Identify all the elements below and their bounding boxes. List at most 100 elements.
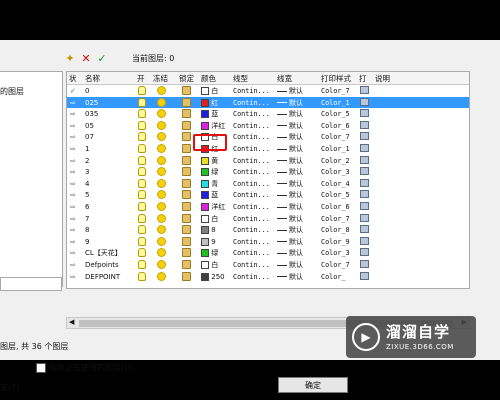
sun-freeze-icon[interactable] bbox=[157, 271, 166, 284]
color-cell[interactable]: 8 bbox=[201, 225, 216, 235]
printer-icon[interactable] bbox=[360, 132, 369, 143]
printer-icon[interactable] bbox=[360, 271, 369, 283]
printer-icon[interactable] bbox=[360, 144, 369, 155]
color-cell[interactable]: 黄 bbox=[201, 156, 218, 166]
layer-name[interactable]: 035 bbox=[85, 109, 98, 119]
layer-status-icon[interactable]: ⇨ bbox=[70, 144, 76, 154]
linetype[interactable]: Contin... bbox=[233, 190, 270, 200]
linetype[interactable]: Contin... bbox=[233, 248, 270, 258]
layer-row[interactable]: ⇨ 025 红 Contin... 默认 Color_1 bbox=[67, 96, 469, 109]
indicate-layers-in-use-checkbox[interactable]: 指示正在使用的图层(U) bbox=[36, 362, 133, 373]
layer-row[interactable]: ⇨ DEFPOINT 250 Contin... 默认 Color_ bbox=[67, 271, 469, 283]
lineweight-cell[interactable]: 默认 bbox=[277, 86, 303, 96]
layer-name[interactable]: 4 bbox=[85, 179, 89, 189]
layer-row[interactable]: ⇨ CL【天花】 绿 Contin... 默认 Color_3 bbox=[67, 247, 469, 259]
layer-row[interactable]: ⇨ 05 洋红 Contin... 默认 Color_6 bbox=[67, 120, 469, 132]
lineweight-cell[interactable]: 默认 bbox=[277, 167, 303, 177]
layer-table[interactable]: 状 名称 开 冻结 锁定 颜色 线型 线宽 打印样式 打 说明 ✓ 0 白 Cont… bbox=[66, 71, 470, 289]
lineweight-cell[interactable]: 默认 bbox=[277, 237, 303, 247]
linetype[interactable]: Contin... bbox=[233, 225, 270, 235]
layer-status-icon[interactable]: ⇨ bbox=[70, 248, 76, 258]
layer-status-icon[interactable]: ⇨ bbox=[70, 156, 76, 166]
layer-status-icon[interactable]: ⇨ bbox=[70, 190, 76, 200]
printer-icon[interactable] bbox=[360, 167, 369, 178]
layer-row[interactable]: ⇨ 8 8 Contin... 默认 Color_8 bbox=[67, 224, 469, 236]
layer-status-icon[interactable]: ⇨ bbox=[70, 214, 76, 224]
layer-name[interactable]: 2 bbox=[85, 156, 89, 166]
layer-status-icon[interactable]: ⇨ bbox=[70, 225, 76, 235]
layer-name[interactable]: 8 bbox=[85, 225, 89, 235]
printer-icon[interactable] bbox=[360, 248, 369, 259]
col-description[interactable]: 说明 bbox=[375, 73, 390, 84]
linetype[interactable]: Contin... bbox=[233, 260, 270, 270]
lightbulb-icon[interactable] bbox=[138, 271, 146, 284]
col-lock[interactable]: 锁定 bbox=[179, 73, 194, 84]
linetype[interactable]: Contin... bbox=[233, 121, 270, 131]
tree-item-all-used-layers[interactable]: 的图层 bbox=[0, 86, 24, 97]
printer-icon[interactable] bbox=[360, 202, 369, 213]
printer-icon[interactable] bbox=[360, 178, 369, 190]
lineweight-cell[interactable]: 默认 bbox=[277, 132, 303, 142]
color-cell[interactable]: 青 bbox=[201, 179, 218, 189]
layer-status-icon[interactable]: ⇨ bbox=[70, 237, 76, 247]
layer-status-icon[interactable]: ⇨ bbox=[70, 121, 76, 131]
layer-name[interactable]: 025 bbox=[85, 98, 98, 108]
linetype[interactable]: Contin... bbox=[233, 144, 270, 154]
printer-icon[interactable] bbox=[360, 213, 369, 225]
lineweight-cell[interactable]: 默认 bbox=[277, 121, 303, 131]
layer-status-icon[interactable]: ⇨ bbox=[70, 167, 76, 177]
lineweight-cell[interactable]: 默认 bbox=[277, 248, 303, 258]
layer-status-icon[interactable]: ⇨ bbox=[70, 98, 76, 108]
color-cell[interactable]: 蓝 bbox=[201, 109, 218, 119]
layer-name[interactable]: DEFPOINT bbox=[85, 272, 120, 282]
col-status[interactable]: 状 bbox=[69, 73, 77, 84]
ok-button[interactable]: 确定 bbox=[278, 377, 348, 393]
linetype[interactable]: Contin... bbox=[233, 98, 270, 108]
printer-icon[interactable] bbox=[360, 97, 369, 109]
printer-icon[interactable] bbox=[360, 190, 369, 201]
printer-icon[interactable] bbox=[360, 109, 369, 120]
color-cell[interactable]: 白 bbox=[201, 86, 218, 96]
lock-icon[interactable] bbox=[182, 271, 191, 284]
layer-row[interactable]: ✓ 0 白 Contin... 默认 Color_7 bbox=[67, 85, 469, 97]
delete-layer-icon[interactable]: ✕ bbox=[80, 52, 92, 65]
layer-row[interactable]: ⇨ 5 蓝 Contin... 默认 Color_5 bbox=[67, 189, 469, 201]
color-cell[interactable]: 绿 bbox=[201, 248, 218, 258]
color-cell[interactable]: 蓝 bbox=[201, 190, 218, 200]
printer-icon[interactable] bbox=[360, 86, 369, 97]
layer-filter-tree[interactable]: 的图层 bbox=[0, 71, 63, 287]
filter-search-input[interactable] bbox=[0, 277, 62, 291]
lineweight-cell[interactable]: 默认 bbox=[277, 109, 303, 119]
layer-name[interactable]: 6 bbox=[85, 202, 89, 212]
layer-name[interactable]: 07 bbox=[85, 132, 94, 142]
color-cell[interactable]: 白 bbox=[201, 214, 218, 224]
new-layer-icon[interactable]: ✦ bbox=[64, 52, 76, 65]
layer-name[interactable]: 5 bbox=[85, 190, 89, 200]
printer-icon[interactable] bbox=[360, 225, 369, 236]
col-linetype[interactable]: 线型 bbox=[233, 73, 248, 84]
color-cell[interactable]: 白 bbox=[201, 260, 218, 270]
settings-button[interactable]: 定(T) bbox=[0, 382, 19, 393]
layer-status-icon[interactable]: ⇨ bbox=[70, 260, 76, 270]
lineweight-cell[interactable]: 默认 bbox=[277, 272, 303, 282]
color-cell[interactable]: 洋红 bbox=[201, 121, 225, 131]
layer-name[interactable]: Defpoints bbox=[85, 260, 119, 270]
layer-row[interactable]: ⇨ 1 红 Contin... 默认 Color_1 bbox=[67, 143, 469, 155]
lineweight-cell[interactable]: 默认 bbox=[277, 144, 303, 154]
layer-name[interactable]: 3 bbox=[85, 167, 89, 177]
col-on[interactable]: 开 bbox=[137, 73, 145, 84]
set-current-icon[interactable]: ✓ bbox=[96, 52, 108, 65]
layer-row[interactable]: ⇨ 07 白 Contin... 默认 Color_7 bbox=[67, 131, 469, 143]
layer-row[interactable]: ⇨ 3 绿 Contin... 默认 Color_3 bbox=[67, 166, 469, 178]
printer-icon[interactable] bbox=[360, 260, 369, 271]
layer-name[interactable]: 9 bbox=[85, 237, 89, 247]
linetype[interactable]: Contin... bbox=[233, 132, 270, 142]
layer-row[interactable]: ⇨ 2 黄 Contin... 默认 Color_2 bbox=[67, 155, 469, 167]
layer-row[interactable]: ⇨ 9 9 Contin... 默认 Color_9 bbox=[67, 236, 469, 248]
lineweight-cell[interactable]: 默认 bbox=[277, 179, 303, 189]
color-cell[interactable]: 红 bbox=[201, 98, 218, 108]
lineweight-cell[interactable]: 默认 bbox=[277, 225, 303, 235]
linetype[interactable]: Contin... bbox=[233, 202, 270, 212]
lineweight-cell[interactable]: 默认 bbox=[277, 98, 303, 108]
layer-row[interactable]: ⇨ 035 蓝 Contin... 默认 Color_5 bbox=[67, 108, 469, 120]
